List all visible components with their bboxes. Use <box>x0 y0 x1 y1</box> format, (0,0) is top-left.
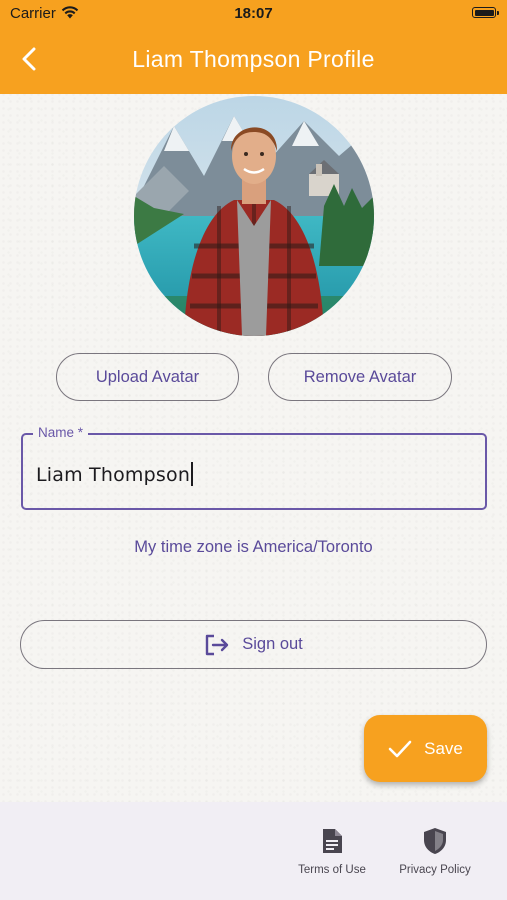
upload-avatar-button[interactable]: Upload Avatar <box>56 353 239 401</box>
check-icon <box>388 740 412 757</box>
battery-tip <box>497 11 499 15</box>
name-field[interactable]: Name * Liam Thompson <box>21 425 487 510</box>
privacy-policy-label: Privacy Policy <box>399 864 471 876</box>
sign-out-label: Sign out <box>242 635 303 653</box>
text-caret <box>191 462 194 486</box>
page-title: Liam Thompson Profile <box>132 46 375 72</box>
clock: 18:07 <box>234 5 273 22</box>
name-input[interactable]: Liam Thompson <box>36 462 194 486</box>
remove-avatar-button[interactable]: Remove Avatar <box>268 353 452 401</box>
save-button[interactable]: Save <box>364 715 487 782</box>
chevron-left-icon <box>22 47 36 71</box>
sign-out-button[interactable]: Sign out <box>20 620 487 669</box>
name-field-label: Name * <box>33 425 89 440</box>
terms-of-use-link[interactable]: Terms of Use <box>282 826 382 876</box>
bottom-bar: Terms of Use Privacy Policy <box>0 802 507 900</box>
save-label: Save <box>424 738 463 758</box>
avatar <box>134 96 374 336</box>
terms-of-use-label: Terms of Use <box>298 864 366 876</box>
name-input-value: Liam Thompson <box>36 464 191 486</box>
document-icon <box>323 829 342 853</box>
battery-icon <box>472 7 496 18</box>
status-bar: Carrier 18:07 <box>0 0 507 28</box>
avatar-image <box>134 96 374 336</box>
profile-screen: Carrier 18:07 Liam Thompson Profile Uplo… <box>0 0 507 900</box>
back-button[interactable] <box>14 44 44 74</box>
privacy-policy-link[interactable]: Privacy Policy <box>385 826 485 876</box>
timezone-text: My time zone is America/Toronto <box>134 538 373 556</box>
logout-icon <box>206 634 229 655</box>
shield-icon <box>424 828 446 854</box>
app-header: Carrier 18:07 Liam Thompson Profile <box>0 0 507 94</box>
